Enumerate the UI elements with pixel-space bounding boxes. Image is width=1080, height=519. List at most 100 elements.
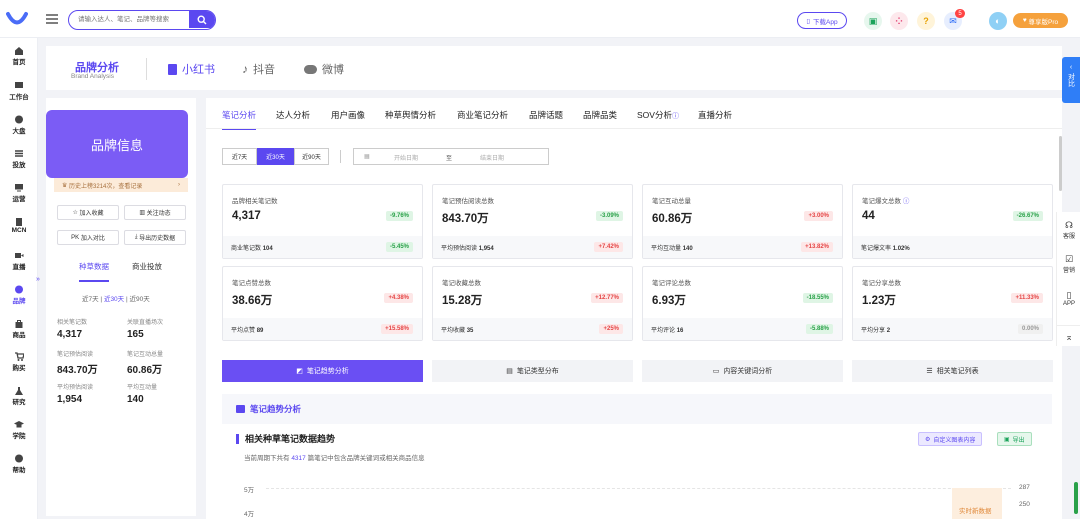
book-icon	[168, 63, 177, 75]
metric-label: 笔记互动总量	[652, 198, 691, 205]
sidebar-item-delivery[interactable]: 投放	[0, 149, 38, 169]
metric-label: 笔记爆文总数 ⓘ	[862, 198, 910, 205]
page-subtitle: Brand Analysis	[71, 73, 114, 80]
metric-sub: 平均收藏 35 +25%	[433, 318, 632, 340]
custom-chart-button[interactable]: ⚙ 自定义图表内容	[918, 432, 983, 446]
metric-card: 品牌相关笔记数 4,317 -9.76% 商业笔记数 104 -5.45%	[222, 184, 423, 259]
follow-button[interactable]: ▥ 关注动态	[124, 205, 186, 220]
sidebar-item-academy[interactable]: 学院	[0, 420, 38, 440]
back-to-top-button[interactable]: ⌅	[1057, 325, 1080, 343]
metric-sub: 平均分享 2 0.00%	[853, 318, 1052, 340]
search-box	[68, 10, 216, 30]
btab-keyword[interactable]: ▭ 内容关键词分析	[642, 360, 843, 382]
info-icon: ⓘ	[902, 198, 910, 205]
btab-note-list[interactable]: ☰ 相关笔记列表	[852, 360, 1053, 382]
date-start[interactable]: 开始日期	[394, 153, 418, 162]
sidebar-item-workbench[interactable]: 工作台	[0, 81, 38, 101]
metric-value: 60.86万	[652, 213, 693, 225]
page-scrollbar[interactable]	[1074, 482, 1078, 514]
range-30d-button[interactable]: 近30天	[257, 148, 294, 165]
stat-label: 笔记互动总量	[127, 352, 164, 358]
tab-brand-category[interactable]: 品牌品类	[583, 109, 617, 121]
tab-live-analysis[interactable]: 直播分析	[698, 109, 732, 121]
sidebar-item-research[interactable]: 研究	[0, 386, 38, 406]
range-7d[interactable]: 近7天	[82, 296, 99, 303]
list-icon	[15, 150, 23, 157]
avatar[interactable]: ◐	[989, 12, 1007, 30]
customer-service-button[interactable]: ☊ 客服	[1057, 220, 1080, 240]
tab-note-analysis[interactable]: 笔记分析	[222, 109, 257, 130]
tab-commercial-notes[interactable]: 商业笔记分析	[457, 109, 508, 121]
platform-weibo[interactable]: 微博	[304, 61, 344, 77]
metric-label: 笔记点赞总数	[232, 280, 271, 287]
range-7d-button[interactable]: 近7天	[222, 148, 257, 165]
menu-toggle-icon[interactable]	[45, 13, 59, 25]
metric-card: 笔记爆文总数 ⓘ 44 -26.67% 笔记爆文率 1.02%	[852, 184, 1053, 259]
trend-chart-area: 相关种草笔记数据趋势 当前周期下共有 4317 篇笔记中包含品牌关键词或相关商品…	[222, 424, 1052, 519]
sidebar-item-brand[interactable]: 品牌	[0, 285, 38, 305]
app-button[interactable]: ▯ APP	[1057, 290, 1080, 307]
btab-type[interactable]: ▤ 笔记类型分布	[432, 360, 633, 382]
metric-sub-change: 0.00%	[1017, 324, 1043, 334]
metric-value: 6.93万	[652, 295, 686, 307]
tab-commercial[interactable]: 商业投放	[132, 261, 162, 272]
brand-panel: 品牌信息 ♛ 历史上榜3214次，查看记录 › ☆ 加入收藏 ▥ 关注动态 PK …	[46, 98, 196, 516]
excel-icon: ▣	[1004, 436, 1010, 443]
brand-icon	[15, 285, 23, 294]
divider	[340, 150, 341, 163]
metric-sub-change: -5.45%	[385, 242, 413, 252]
date-range-picker[interactable]: ▦ 开始日期 至 结束日期	[353, 148, 549, 165]
add-compare-button[interactable]: PK 加入对比	[57, 230, 119, 245]
search-input[interactable]	[69, 11, 187, 28]
sidebar-item-live[interactable]: 直播	[0, 251, 38, 271]
search-button[interactable]	[189, 11, 215, 28]
range-30d[interactable]: 近30天	[104, 296, 124, 303]
platform-douyin[interactable]: ♪ 抖音	[242, 61, 275, 77]
page-header: 品牌分析 Brand Analysis 小红书 ♪ 抖音 微博	[46, 46, 1062, 90]
doc-icon: ▤	[506, 368, 513, 375]
shop-icon[interactable]: ▣	[864, 12, 882, 30]
phone-icon: ▯	[806, 17, 810, 25]
grid-line	[266, 488, 1011, 489]
btab-trend[interactable]: ◩ 笔记趋势分析	[222, 360, 423, 382]
metric-sub-change: +7.42%	[594, 242, 623, 252]
platform-xiaohongshu[interactable]: 小红书	[168, 61, 215, 77]
tab-sov[interactable]: SOV分析ⓘ	[637, 109, 679, 121]
apps-icon[interactable]: ⁘	[890, 12, 908, 30]
sidebar-item-home[interactable]: 首页	[0, 46, 38, 66]
sidebar-item-mcn[interactable]: MCN	[0, 217, 38, 234]
tab-sentiment[interactable]: 种草舆情分析	[385, 109, 436, 121]
collapse-arrow-icon[interactable]: »	[36, 276, 40, 283]
help-icon[interactable]: ?	[917, 12, 935, 30]
export-button[interactable]: ▣ 导出	[997, 432, 1032, 446]
metric-label: 笔记分享总数	[862, 280, 901, 287]
marketing-button[interactable]: ☑ 营销	[1057, 254, 1080, 274]
tab-user-profile[interactable]: 用户画像	[331, 109, 365, 121]
export-history-button[interactable]: ⤓ 导出历史数据	[124, 230, 186, 245]
compare-float-button[interactable]: ‹ 对比	[1062, 57, 1080, 103]
sidebar-item-operation[interactable]: 运营	[0, 183, 38, 203]
metric-label: 品牌相关笔记数	[232, 198, 278, 205]
right-toolbar: ☊ 客服 ☑ 营销 ▯ APP ⌅	[1056, 212, 1080, 346]
tab-kol-analysis[interactable]: 达人分析	[276, 109, 310, 121]
download-app-button[interactable]: ▯ 下载App	[797, 12, 847, 29]
brand-info-card: 品牌信息	[46, 110, 188, 178]
tab-brand-topics[interactable]: 品牌话题	[529, 109, 563, 121]
range-90d-button[interactable]: 近90天	[294, 148, 329, 165]
logo-icon[interactable]	[6, 9, 28, 27]
tab-seeding-data[interactable]: 种草数据	[79, 261, 109, 282]
sidebar-item-buy[interactable]: 购买	[0, 352, 38, 372]
history-link[interactable]: ♛ 历史上榜3214次，查看记录 ›	[54, 178, 188, 192]
range-90d[interactable]: 近90天	[129, 296, 149, 303]
sidebar-item-market[interactable]: 大盘	[0, 115, 38, 135]
metric-card: 笔记预估阅读总数 843.70万 -3.09% 平均预估阅读 1,954 +7.42%	[432, 184, 633, 259]
add-favorite-button[interactable]: ☆ 加入收藏	[57, 205, 119, 220]
scrollbar[interactable]	[1059, 136, 1062, 191]
pro-badge[interactable]: ♥ 尊享版Pro	[1013, 13, 1068, 28]
date-end[interactable]: 结束日期	[480, 153, 504, 162]
metric-card: 笔记点赞总数 38.66万 +4.38% 平均点赞 89 +15.58%	[222, 266, 423, 341]
left-range: 近7天 | 近30天 | 近90天	[82, 296, 150, 303]
headset-icon: ☊	[1065, 220, 1073, 230]
sidebar-item-help[interactable]: 帮助	[0, 454, 38, 474]
sidebar-item-goods[interactable]: 商品	[0, 319, 38, 339]
